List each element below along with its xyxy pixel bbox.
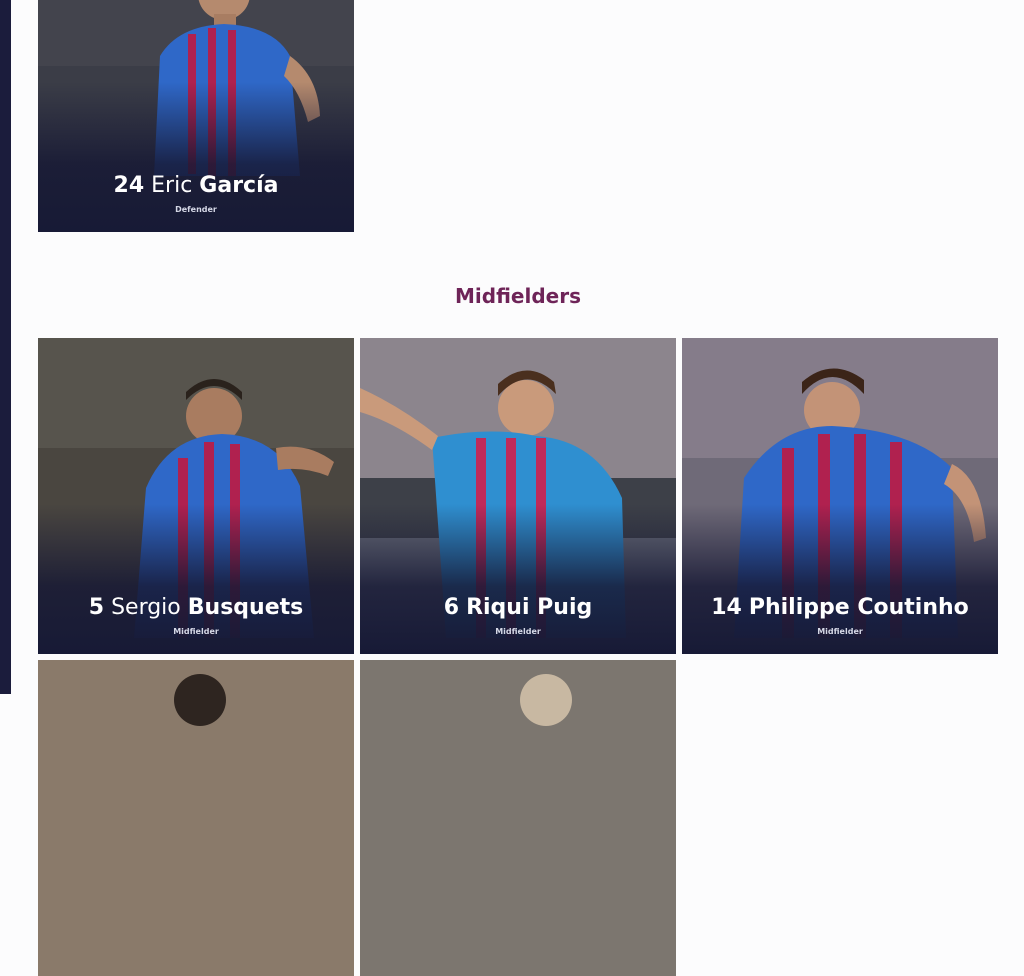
player-card-philippe-coutinho[interactable]: 14 Philippe Coutinho Midfielder xyxy=(682,338,998,654)
player-number: 6 xyxy=(443,595,460,620)
player-last-name: Riqui Puig xyxy=(466,595,593,620)
player-position: Defender xyxy=(175,205,217,214)
player-last-name: Busquets xyxy=(187,595,304,620)
card-caption: 6 Riqui Puig Midfielder xyxy=(360,595,676,636)
player-position: Midfielder xyxy=(495,627,541,636)
player-card-next-row-1[interactable] xyxy=(38,660,354,976)
player-position: Midfielder xyxy=(173,627,219,636)
player-card-eric-garcia[interactable]: 24 Eric García Defender xyxy=(38,0,354,232)
player-card-riqui-puig[interactable]: 6 Riqui Puig Midfielder xyxy=(360,338,676,654)
player-card-next-row-2[interactable] xyxy=(360,660,676,976)
player-photo xyxy=(38,660,354,976)
player-name: 24 Eric García xyxy=(38,173,354,199)
side-rail xyxy=(0,0,11,694)
player-number: 24 xyxy=(113,173,145,198)
player-number: 14 xyxy=(711,595,742,620)
player-name: 5 Sergio Busquets xyxy=(38,595,354,621)
player-card-sergio-busquets[interactable]: 5 Sergio Busquets Midfielder xyxy=(38,338,354,654)
player-last-name: García xyxy=(199,173,279,198)
section-title-midfielders: Midfielders xyxy=(455,284,581,308)
card-caption: 14 Philippe Coutinho Midfielder xyxy=(682,595,998,636)
player-number: 5 xyxy=(88,595,105,620)
player-photo xyxy=(360,660,676,976)
player-first-name: Sergio xyxy=(111,595,181,620)
player-name: 14 Philippe Coutinho xyxy=(682,595,998,621)
player-name: 6 Riqui Puig xyxy=(360,595,676,621)
player-position: Midfielder xyxy=(817,627,863,636)
card-caption: 24 Eric García Defender xyxy=(38,173,354,214)
player-last-name: Philippe Coutinho xyxy=(748,595,969,620)
card-caption: 5 Sergio Busquets Midfielder xyxy=(38,595,354,636)
player-first-name: Eric xyxy=(151,173,193,198)
